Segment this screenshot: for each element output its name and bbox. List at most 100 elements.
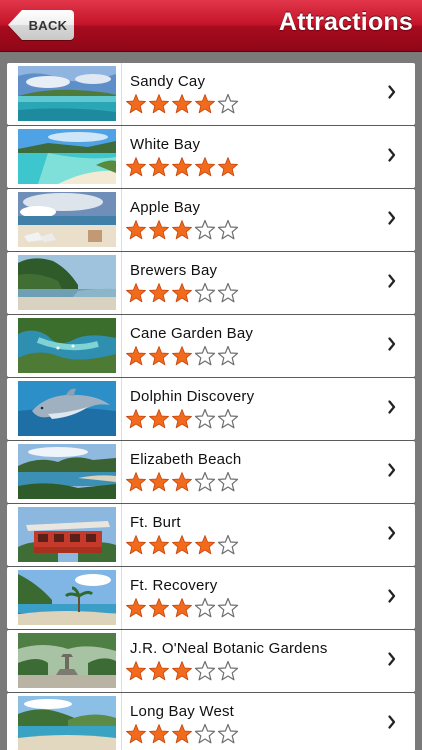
green-hill-bay-photo — [18, 255, 116, 310]
star-empty-icon — [194, 408, 216, 430]
star-filled-icon — [171, 93, 193, 115]
thumbnail-divider — [121, 63, 122, 125]
red-building-photo — [18, 507, 116, 562]
star-filled-icon — [171, 723, 193, 745]
star-filled-icon — [171, 219, 193, 241]
star-filled-icon — [171, 282, 193, 304]
list-item[interactable]: Dolphin Discovery — [7, 378, 415, 440]
star-filled-icon — [125, 345, 147, 367]
star-filled-icon — [125, 597, 147, 619]
attraction-name: J.R. O'Neal Botanic Gardens — [130, 640, 328, 657]
chevron-right-icon — [386, 207, 398, 229]
star-filled-icon — [171, 156, 193, 178]
star-filled-icon — [125, 408, 147, 430]
star-filled-icon — [148, 93, 170, 115]
attraction-name: Elizabeth Beach — [130, 451, 242, 468]
thumbnail-divider — [121, 630, 122, 692]
thumbnail-divider — [121, 693, 122, 750]
star-empty-icon — [194, 345, 216, 367]
attraction-name: White Bay — [130, 136, 201, 153]
aerial-bay-photo — [18, 318, 116, 373]
list-item[interactable]: J.R. O'Neal Botanic Gardens — [7, 630, 415, 692]
star-filled-icon — [148, 660, 170, 682]
star-filled-icon — [194, 93, 216, 115]
attraction-name: Long Bay West — [130, 703, 235, 720]
list-item[interactable]: Ft. Recovery — [7, 567, 415, 629]
chevron-right-icon — [386, 333, 398, 355]
star-empty-icon — [217, 282, 239, 304]
star-filled-icon — [217, 156, 239, 178]
star-filled-icon — [125, 93, 147, 115]
attractions-list-area[interactable]: Sandy Cay White Bay Apple Bay Brewers Ba… — [0, 52, 422, 750]
long-beach-photo — [18, 696, 116, 750]
star-empty-icon — [217, 534, 239, 556]
star-filled-icon — [125, 471, 147, 493]
thumbnail-divider — [121, 567, 122, 629]
chevron-right-icon — [386, 459, 398, 481]
star-empty-icon — [194, 219, 216, 241]
star-empty-icon — [194, 282, 216, 304]
thumbnail-divider — [121, 441, 122, 503]
chevron-right-icon — [386, 270, 398, 292]
star-filled-icon — [171, 597, 193, 619]
thumbnail-divider — [121, 189, 122, 251]
star-filled-icon — [148, 723, 170, 745]
list-item[interactable]: Ft. Burt — [7, 504, 415, 566]
attraction-name: Sandy Cay — [130, 73, 206, 90]
star-filled-icon — [194, 156, 216, 178]
dolphin-photo — [18, 381, 116, 436]
chevron-right-icon — [386, 81, 398, 103]
chevron-right-icon — [386, 585, 398, 607]
attraction-name: Brewers Bay — [130, 262, 218, 279]
star-filled-icon — [148, 156, 170, 178]
beach-island-photo — [18, 66, 116, 121]
star-empty-icon — [217, 219, 239, 241]
star-empty-icon — [194, 660, 216, 682]
star-filled-icon — [125, 282, 147, 304]
star-filled-icon — [125, 156, 147, 178]
star-filled-icon — [148, 408, 170, 430]
star-filled-icon — [125, 660, 147, 682]
chevron-right-icon — [386, 648, 398, 670]
attraction-name: Dolphin Discovery — [130, 388, 255, 405]
list-item[interactable]: Brewers Bay — [7, 252, 415, 314]
back-button-label: BACK — [28, 17, 68, 33]
list-item[interactable]: Sandy Cay — [7, 63, 415, 125]
star-filled-icon — [148, 219, 170, 241]
star-empty-icon — [217, 345, 239, 367]
star-filled-icon — [171, 408, 193, 430]
list-item[interactable]: Long Bay West — [7, 693, 415, 750]
star-filled-icon — [125, 219, 147, 241]
star-filled-icon — [125, 723, 147, 745]
thumbnail-divider — [121, 378, 122, 440]
list-item[interactable]: Cane Garden Bay — [7, 315, 415, 377]
attraction-name: Apple Bay — [130, 199, 201, 216]
attraction-name: Cane Garden Bay — [130, 325, 254, 342]
star-filled-icon — [171, 471, 193, 493]
star-empty-icon — [217, 471, 239, 493]
thumbnail-divider — [121, 126, 122, 188]
star-empty-icon — [217, 660, 239, 682]
turquoise-bay-photo — [18, 129, 116, 184]
navigation-bar: BACK Attractions — [0, 0, 422, 52]
star-empty-icon — [194, 723, 216, 745]
garden-fountain-photo — [18, 633, 116, 688]
chevron-right-icon — [386, 522, 398, 544]
list-item[interactable]: Elizabeth Beach — [7, 441, 415, 503]
star-filled-icon — [171, 534, 193, 556]
star-filled-icon — [171, 345, 193, 367]
attraction-name: Ft. Recovery — [130, 577, 218, 594]
star-empty-icon — [217, 723, 239, 745]
palm-beach-photo — [18, 570, 116, 625]
list-item[interactable]: White Bay — [7, 126, 415, 188]
star-empty-icon — [194, 597, 216, 619]
page-title: Attractions — [278, 8, 413, 36]
star-filled-icon — [194, 534, 216, 556]
star-filled-icon — [148, 345, 170, 367]
thumbnail-divider — [121, 504, 122, 566]
star-empty-icon — [217, 93, 239, 115]
list-item[interactable]: Apple Bay — [7, 189, 415, 251]
chevron-right-icon — [386, 144, 398, 166]
back-button[interactable]: BACK — [8, 10, 74, 41]
star-filled-icon — [148, 597, 170, 619]
